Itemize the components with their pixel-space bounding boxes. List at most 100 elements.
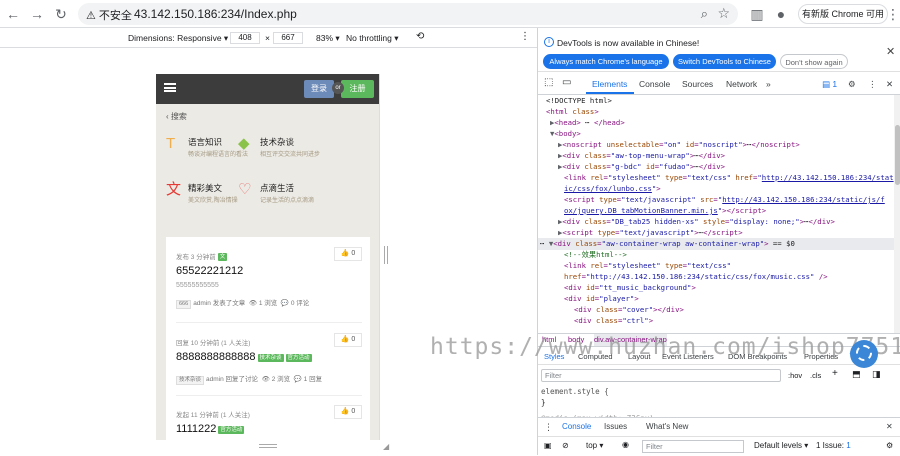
computed-styles-icon[interactable]: ⬒ <box>852 369 861 380</box>
dom-line[interactable]: ▶<script type="text/javascript">⋯</scrip… <box>558 227 743 238</box>
dom-line[interactable]: ic/css/fox/lunbo.css"> <box>564 183 661 194</box>
rotate-icon[interactable]: ⟲ <box>416 31 424 42</box>
close-icon[interactable]: ✕ <box>886 45 895 58</box>
tab-elements[interactable]: Elements <box>592 79 627 89</box>
dom-line[interactable]: <link rel="stylesheet" type="text/css" <box>564 260 731 271</box>
close-drawer-icon[interactable]: ✕ <box>886 422 893 431</box>
throttling-select[interactable]: No throttling ▾ <box>346 33 398 44</box>
sidebar-icon[interactable]: ▣ <box>544 441 552 450</box>
dom-line[interactable]: ▶<div class="aw-top-menu-wrap">⋯</div> <box>558 150 725 161</box>
scrollbar-thumb[interactable] <box>895 125 900 185</box>
device-icon[interactable]: ▭ <box>562 77 571 88</box>
sidebar-toggle-icon[interactable]: ◨ <box>872 369 881 380</box>
bookmark-star-icon[interactable]: ☆ <box>717 5 730 22</box>
resize-handle-right[interactable] <box>384 246 388 264</box>
dom-line[interactable]: <div id="player"> <box>564 293 639 304</box>
reload-icon[interactable]: ↻ <box>52 5 70 23</box>
like-button[interactable]: 👍 0 <box>334 333 362 347</box>
element-style-rule[interactable]: element.style { <box>541 386 900 397</box>
tab-whats-new[interactable]: What's New <box>646 422 688 431</box>
dom-line[interactable]: <link rel="stylesheet" type="text/css" h… <box>564 172 894 183</box>
dom-line-selected[interactable]: ⋯ ▼<div class="aw-container-wrap aw-cont… <box>540 238 795 249</box>
list-item[interactable]: 发布 3 分钟前文 👍 0 65522221212 55555555555 66… <box>176 247 362 311</box>
topic-tag[interactable]: 技术杂谈 <box>176 376 205 385</box>
post-title[interactable]: 65522221212 <box>176 265 243 277</box>
like-button[interactable]: 👍 0 <box>334 247 362 261</box>
resize-handle-bottom[interactable] <box>259 444 277 448</box>
dom-line[interactable]: href="http://43.142.150.186:234/static/c… <box>564 271 828 282</box>
dom-line[interactable]: ▶<div class="g-bdc" id="fudao">⋯</div> <box>558 161 725 172</box>
dom-line[interactable]: ▶<head> ⋯ </head> <box>550 117 625 128</box>
list-item[interactable]: 发起 11 分钟前 (1 人关注) 👍 0 1111222 官方活动 <box>176 405 362 440</box>
device-menu-icon[interactable]: ⋮ <box>520 31 530 42</box>
profile-icon[interactable]: ● <box>772 5 790 23</box>
dom-line[interactable]: ▶<noscript unselectable="on" id="noscrip… <box>558 139 800 150</box>
issues-badge[interactable]: ▤ 1 <box>822 79 837 90</box>
console-filter-input[interactable]: Filter <box>642 440 744 453</box>
dom-tree[interactable]: <!DOCTYPE html> <html class> ▶<head> ⋯ <… <box>538 95 894 333</box>
hamburger-icon[interactable] <box>164 83 176 92</box>
dont-show-button[interactable]: Don't show again <box>780 54 848 69</box>
sidebar-icon[interactable]: ▥ <box>748 5 766 23</box>
topic-tag[interactable]: 666 <box>176 300 192 309</box>
category-tech[interactable]: ◆ 技术杂谈 相互评交交流共同进步 <box>238 136 338 174</box>
tab-network[interactable]: Network <box>726 79 757 89</box>
console-settings-icon[interactable]: ⚙ <box>886 441 893 450</box>
inspect-icon[interactable]: ⬚ <box>544 77 553 88</box>
eye-icon[interactable]: ◉ <box>622 440 629 449</box>
context-select[interactable]: top ▾ <box>586 441 603 450</box>
login-button[interactable]: 登录 <box>304 80 334 98</box>
levels-select[interactable]: Default levels ▾ <box>754 441 808 450</box>
drawer-menu-icon[interactable]: ⋮ <box>544 422 553 433</box>
chrome-update-button[interactable]: 有新版 Chrome 可用 <box>798 4 888 24</box>
dom-line[interactable]: <!--效果html--> <box>564 249 627 260</box>
devtools-menu-icon[interactable]: ⋮ <box>868 79 877 90</box>
match-language-button[interactable]: Always match Chrome's language <box>543 54 669 69</box>
dom-line[interactable]: ▼<body> <box>550 128 581 139</box>
menu-kebab-icon[interactable]: ⋮ <box>886 5 900 23</box>
tab-sources[interactable]: Sources <box>682 79 713 89</box>
styles-filter-input[interactable]: Filter <box>541 369 781 382</box>
author-link[interactable]: admin <box>193 300 211 307</box>
zoom-icon[interactable]: ⌕ <box>701 6 708 22</box>
author-link[interactable]: admin <box>206 376 224 383</box>
back-icon[interactable]: ← <box>4 5 22 23</box>
width-input[interactable]: 408 <box>230 32 260 44</box>
dom-line[interactable]: <!DOCTYPE html> <box>546 95 612 106</box>
tab-console-drawer[interactable]: Console <box>562 422 591 431</box>
security-warning[interactable]: ⚠ 不安全 <box>86 7 132 23</box>
tab-console[interactable]: Console <box>639 79 670 89</box>
dimensions-select[interactable]: Dimensions: Responsive ▾ <box>128 33 228 44</box>
list-item[interactable]: 回复 10 分钟前 (1 人关注) 👍 0 8888888888888 技术杂谈官… <box>176 333 362 387</box>
like-button[interactable]: 👍 0 <box>334 405 362 419</box>
dom-line[interactable]: <script type="text/javascript" src="http… <box>564 194 885 205</box>
url-text[interactable]: 43.142.150.186:234/Index.php <box>134 7 297 21</box>
issues-link[interactable]: 1 Issue: 1 <box>816 441 851 450</box>
settings-gear-icon[interactable]: ⚙ <box>848 79 856 90</box>
cls-toggle[interactable]: .cls <box>810 371 821 380</box>
dom-line[interactable]: <html class> <box>546 106 599 117</box>
search-link[interactable]: ‹ 搜索 <box>166 111 187 122</box>
hov-toggle[interactable]: :hov <box>788 371 802 380</box>
register-button[interactable]: 注册 <box>341 80 374 98</box>
switch-chinese-button[interactable]: Switch DevTools to Chinese <box>673 54 776 69</box>
dom-line[interactable]: <div id="tt_music_background"> <box>564 282 696 293</box>
dom-line[interactable]: ox/jquery.DB_tabMotionBanner.min.js"></s… <box>564 205 766 216</box>
clear-console-icon[interactable]: ⊘ <box>562 441 569 450</box>
category-life[interactable]: ♡ 点滴生活 记录生活的点点滴滴 <box>238 182 338 220</box>
forward-icon[interactable]: → <box>28 5 46 23</box>
post-title[interactable]: 8888888888888 技术杂谈 官方活动 <box>176 351 312 363</box>
dom-line[interactable]: ▶<div class="DB_tab25 hidden-xs" style="… <box>558 216 835 227</box>
zoom-select[interactable]: 83% ▾ <box>316 33 340 44</box>
address-bar[interactable]: ⚠ 不安全 43.142.150.186:234/Index.php ⌕ ☆ <box>78 3 738 25</box>
dom-scrollbar[interactable] <box>894 95 900 333</box>
more-tabs-icon[interactable]: » <box>766 79 771 89</box>
close-devtools-icon[interactable]: ✕ <box>886 79 893 90</box>
dom-line[interactable]: <div class="ctrl"> <box>574 315 653 326</box>
resize-corner-icon[interactable]: ◢ <box>383 442 389 451</box>
dom-line[interactable]: <div class="cover"></div> <box>574 304 684 315</box>
tab-issues[interactable]: Issues <box>604 422 627 431</box>
height-input[interactable]: 667 <box>273 32 303 44</box>
post-title[interactable]: 1111222 官方活动 <box>176 423 245 435</box>
new-rule-icon[interactable]: + <box>832 368 838 379</box>
